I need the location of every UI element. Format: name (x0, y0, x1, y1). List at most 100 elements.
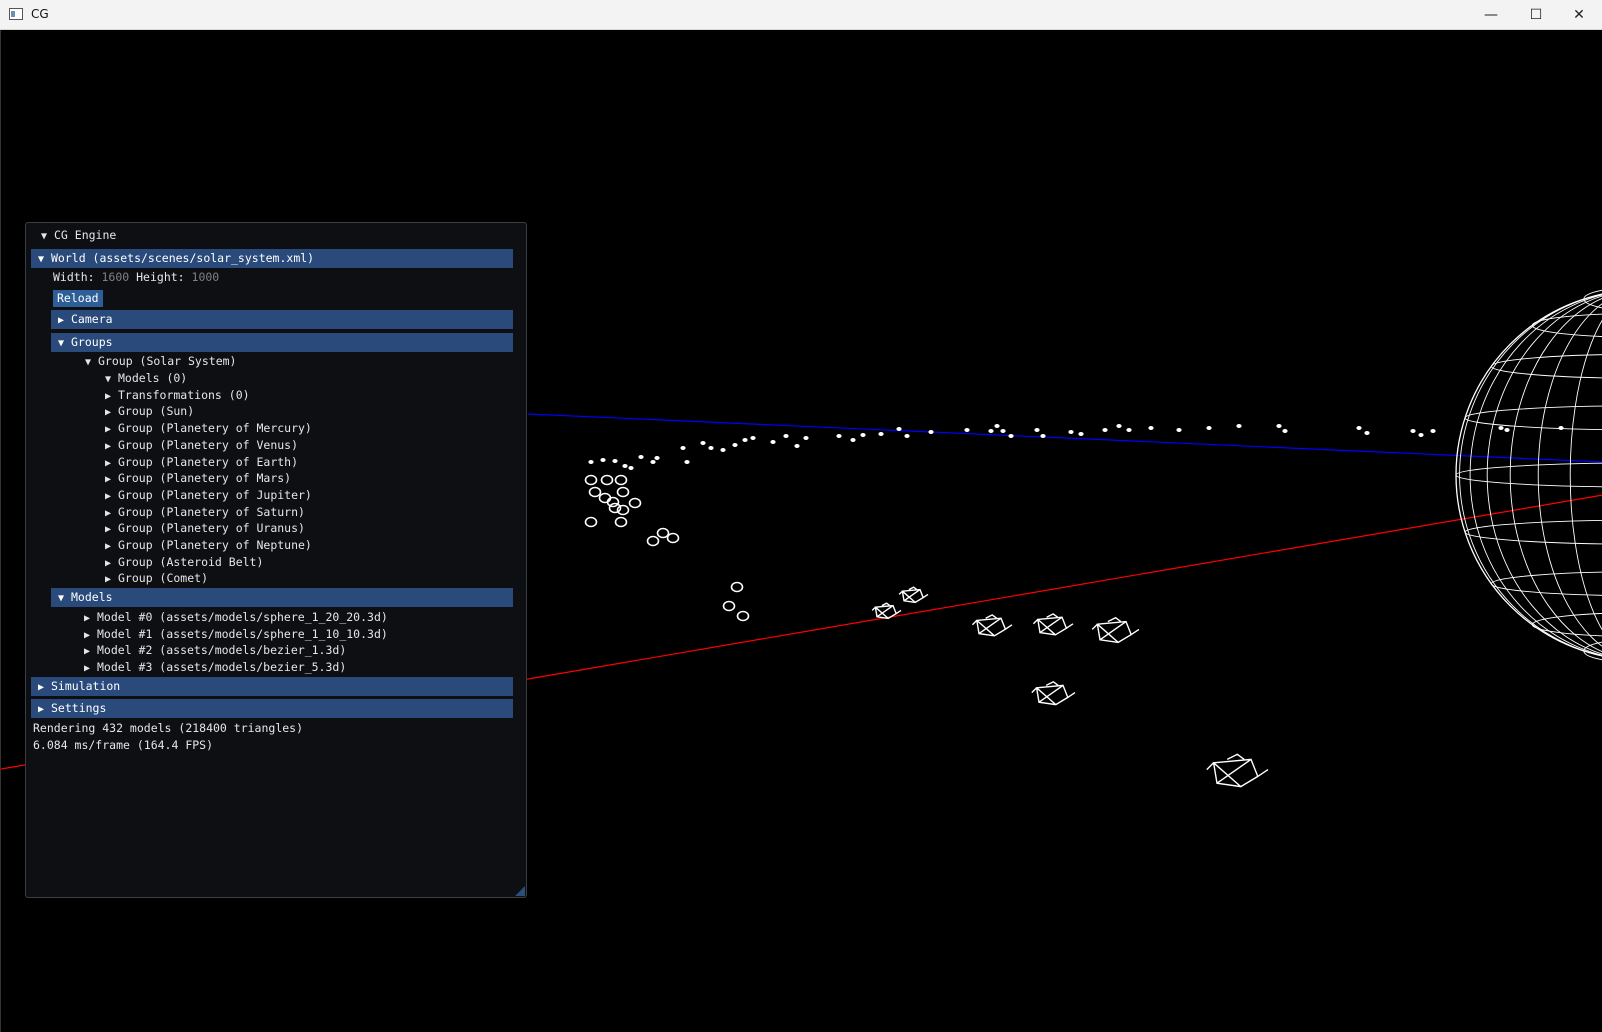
tree-node-group-asteroid-belt[interactable]: ▶ Group (Asteroid Belt) (98, 554, 263, 570)
asteroid-dot (860, 433, 866, 437)
sun-longitude-line (1569, 319, 1602, 631)
rock-model (730, 581, 744, 593)
asteroid-dot (770, 440, 776, 444)
asteroid-dot (588, 460, 594, 464)
asteroid-dot (1126, 428, 1132, 432)
title-bar: CG — ☐ ✕ (0, 0, 1602, 30)
expanded-triangle-icon: ▼ (104, 374, 112, 385)
asteroid-dot (742, 438, 748, 442)
tree-node-group-uranus[interactable]: ▶ Group (Planetery of Uranus) (98, 520, 305, 536)
window-title: CG (31, 7, 49, 21)
teapot-wireframe (1091, 616, 1140, 644)
collapsed-triangle-icon: ▶ (37, 682, 45, 693)
asteroid-dot (708, 446, 714, 450)
teapot-wireframe (898, 586, 929, 604)
asteroid-dot (1034, 428, 1040, 432)
world-header[interactable]: ▼ World (assets/scenes/solar_system.xml) (31, 249, 513, 268)
world-dimensions: Width: 1600 Height: 1000 (53, 270, 220, 284)
collapse-triangle-icon: ▼ (40, 231, 48, 242)
close-button[interactable]: ✕ (1556, 0, 1602, 30)
asteroid-dot (1498, 426, 1504, 430)
asteroid-dot (1236, 424, 1242, 428)
tree-node-models[interactable]: ▼ Models (0) (98, 370, 187, 386)
model-item-3[interactable]: ▶ Model #3 (assets/models/bezier_5.3d) (77, 659, 346, 675)
model-item-1[interactable]: ▶ Model #1 (assets/models/sphere_1_10_10.… (77, 626, 388, 642)
teapot-wireframe (1206, 753, 1269, 788)
model-item-2[interactable]: ▶ Model #2 (assets/models/bezier_1.3d) (77, 642, 346, 658)
asteroid-dot (1116, 424, 1122, 428)
model-item-0[interactable]: ▶ Model #0 (assets/models/sphere_1_20_20.… (77, 609, 388, 625)
cg-engine-panel[interactable]: ▼ CG Engine ▼ World (assets/scenes/solar_s… (25, 222, 527, 898)
camera-header[interactable]: ▶ Camera (51, 310, 513, 329)
z-axis-line (527, 413, 1602, 463)
maximize-button[interactable]: ☐ (1513, 0, 1559, 30)
rock-model (600, 474, 614, 486)
asteroid-dot (1430, 429, 1436, 433)
asteroid-dot (1078, 432, 1084, 436)
tree-node-group-venus[interactable]: ▶ Group (Planetery of Venus) (98, 437, 298, 453)
render-stats: Rendering 432 models (218400 triangles) (33, 721, 304, 735)
asteroid-dot (684, 460, 690, 464)
x-axis-line-right (527, 494, 1602, 680)
group-solar-system-node[interactable]: ▼ Group (Solar System) (78, 353, 237, 369)
expanded-triangle-icon: ▼ (57, 338, 65, 349)
asteroid-dot (878, 432, 884, 436)
asteroid-dot (700, 441, 706, 445)
asteroid-dot (1276, 424, 1282, 428)
collapsed-triangle-icon: ▶ (104, 524, 112, 535)
expanded-triangle-icon: ▼ (37, 254, 45, 265)
tree-node-group-earth[interactable]: ▶ Group (Planetery of Earth) (98, 454, 298, 470)
asteroid-dot (896, 427, 902, 431)
collapsed-triangle-icon: ▶ (104, 541, 112, 552)
asteroid-dot (1000, 429, 1006, 433)
panel-title[interactable]: ▼ CG Engine (34, 226, 116, 244)
tree-node-group-mars[interactable]: ▶ Group (Planetery of Mars) (98, 470, 291, 486)
collapsed-triangle-icon: ▶ (83, 613, 91, 624)
asteroid-dot (1558, 426, 1564, 430)
rock-model (598, 492, 612, 504)
sun-longitude-line (1469, 294, 1602, 656)
rock-model (616, 486, 630, 498)
asteroid-dot (680, 446, 686, 450)
asteroid-dot (1364, 431, 1370, 435)
asteroid-dot (928, 430, 934, 434)
asteroid-dot (1068, 430, 1074, 434)
asteroid-dot (803, 436, 809, 440)
sun-latitude-line (1490, 354, 1602, 379)
asteroid-dot (1040, 434, 1046, 438)
tree-node-group-mercury[interactable]: ▶ Group (Planetery of Mercury) (98, 420, 312, 436)
tree-node-group-sun[interactable]: ▶ Group (Sun) (98, 403, 194, 419)
asteroid-dot (1418, 433, 1424, 437)
settings-header[interactable]: ▶ Settings (31, 699, 513, 718)
frame-stats: 6.084 ms/frame (164.4 FPS) (33, 738, 214, 752)
tree-node-group-saturn[interactable]: ▶ Group (Planetery of Saturn) (98, 504, 305, 520)
teapot-wireframe (1031, 680, 1076, 706)
resize-grip[interactable] (515, 886, 525, 896)
rock-model (656, 527, 670, 539)
asteroid-dot (988, 429, 994, 433)
teapot-mesh (1032, 613, 1074, 636)
rock-model (614, 474, 628, 486)
sun-outline (1455, 293, 1602, 657)
tree-node-group-neptune[interactable]: ▶ Group (Planetery of Neptune) (98, 537, 312, 553)
asteroid-dot (836, 434, 842, 438)
bezier-models (871, 586, 1269, 788)
rock-model (584, 474, 598, 486)
asteroid-dot (622, 464, 628, 468)
rock-model (646, 535, 660, 547)
tree-node-group-jupiter[interactable]: ▶ Group (Planetery of Jupiter) (98, 487, 312, 503)
asteroid-dot (1008, 434, 1014, 438)
asteroid-dot (850, 438, 856, 442)
simulation-header[interactable]: ▶ Simulation (31, 677, 513, 696)
sun-latitude-line (1455, 462, 1602, 488)
asteroid-dot (612, 459, 618, 463)
minimize-button[interactable]: — (1468, 0, 1514, 30)
models-header[interactable]: ▼ Models (51, 588, 513, 607)
groups-header[interactable]: ▼ Groups (51, 333, 513, 352)
collapsed-triangle-icon: ▶ (37, 704, 45, 715)
teapot-mesh (1031, 680, 1076, 706)
expanded-triangle-icon: ▼ (57, 593, 65, 604)
tree-node-group-comet[interactable]: ▶ Group (Comet) (98, 570, 208, 586)
tree-node-transformations[interactable]: ▶ Transformations (0) (98, 387, 250, 403)
reload-button[interactable]: Reload (53, 290, 103, 307)
